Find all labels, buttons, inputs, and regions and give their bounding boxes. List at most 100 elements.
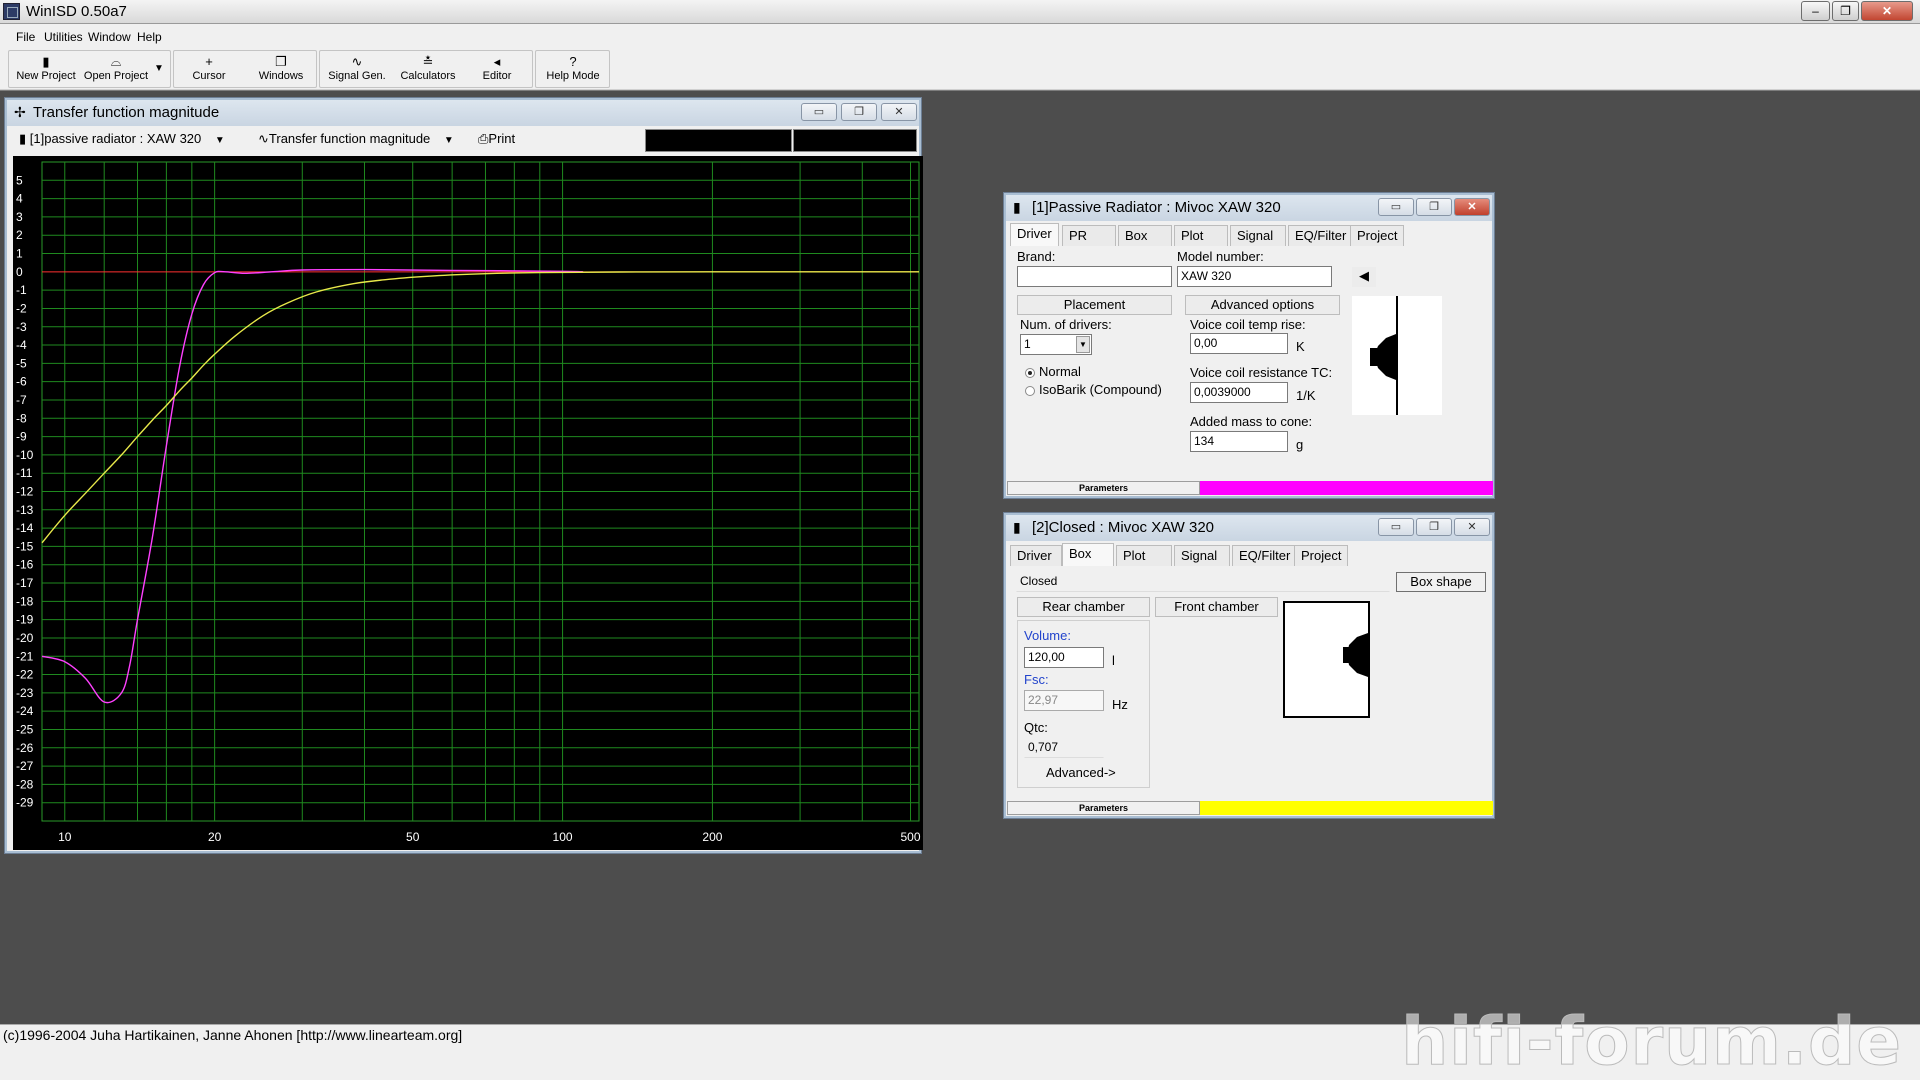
project-select[interactable]: ▮ [1]passive radiator : XAW 320 ▼ [19,131,225,147]
speaker-button[interactable]: ◀ [1351,266,1377,288]
y-tick-label: -17 [16,576,34,590]
tab-plot[interactable]: Plot [1174,225,1228,246]
open-project-button[interactable]: ⌓ Open Project [83,54,149,82]
menu-help[interactable]: Help [137,30,162,44]
graph-type-value: Transfer function magnitude [268,131,431,146]
menu-window[interactable]: Window [88,30,131,44]
pr-close-button[interactable]: ✕ [1454,198,1490,216]
volume-input[interactable]: 120,00 [1024,647,1104,668]
toolbar-group-help: ? Help Mode [535,50,610,88]
app-titlebar: WinISD 0.50a7 – ❐ ✕ [0,0,1920,24]
normal-label: Normal [1039,364,1081,379]
pr-minimize-button[interactable]: ▭ [1378,198,1414,216]
tab-pr[interactable]: PR [1062,225,1116,246]
graph-window-titlebar: ✢ Transfer function magnitude ▭ ❐ ✕ [7,100,919,126]
print-button[interactable]: ⎙Print [478,131,515,147]
close-button[interactable]: ✕ [1861,1,1913,21]
toolbar-group-tools: ∿ Signal Gen. ≛ Calculators ◂ Editor [319,50,533,88]
closed-tabs: Driver Box Plot Signal EQ/Filter Project [1010,543,1490,567]
speaker-icon: ◀ [1359,268,1369,283]
rear-chamber-tab[interactable]: Rear chamber [1017,597,1150,617]
y-tick-label: -15 [16,539,34,553]
minimize-button[interactable]: – [1801,1,1830,21]
toolbar-group-view: + Cursor ❐ Windows [173,50,317,88]
chevron-down-icon[interactable]: ▼ [1076,336,1090,353]
front-chamber-tab[interactable]: Front chamber [1155,597,1278,617]
cursor-readout-x [645,129,792,152]
graph-maximize-button[interactable]: ❐ [841,103,877,121]
cursor-button[interactable]: + Cursor [184,54,234,82]
copyright-text: (c)1996-2004 Juha Hartikainen, Janne Aho… [3,1027,463,1043]
tab-project[interactable]: Project [1350,225,1405,246]
signal-gen-button[interactable]: ∿ Signal Gen. [327,54,387,82]
advanced-link[interactable]: Advanced-> [1046,765,1116,780]
closed-minimize-button[interactable]: ▭ [1378,518,1414,536]
editor-button[interactable]: ◂ Editor [472,54,522,82]
windows-label: Windows [258,70,304,82]
windows-button[interactable]: ❐ Windows [252,54,310,82]
menu-utilities[interactable]: Utilities [44,30,83,44]
tab-driver[interactable]: Driver [1010,223,1059,246]
model-number-input[interactable]: XAW 320 [1177,266,1332,287]
graph-window-title: Transfer function magnitude [33,104,220,121]
pr-maximize-button[interactable]: ❐ [1416,198,1452,216]
brand-label: Brand: [1017,249,1056,264]
signal-gen-label: Signal Gen. [328,70,386,82]
added-mass-input[interactable]: 134 [1190,431,1288,452]
advanced-options-button[interactable]: Advanced options [1185,295,1340,315]
closed-parameters-strip: Parameters [1007,801,1493,815]
isobarik-radio[interactable] [1025,386,1035,396]
tab-box[interactable]: Box [1062,543,1114,566]
print-label: Print [488,131,516,146]
calculator-icon: ≛ [422,54,434,69]
cursor-icon: + [205,54,213,69]
volume-label: Volume: [1024,628,1071,643]
tab-signal[interactable]: Signal [1230,225,1286,246]
tab-project[interactable]: Project [1294,545,1349,566]
tab-eq-filter[interactable]: EQ/Filter [1288,225,1354,246]
closed-window: ▮ [2]Closed : Mivoc XAW 320 ▭ ❐ ✕ Driver… [1004,513,1494,818]
chevron-down-icon: ▼ [214,135,225,146]
vc-temp-input[interactable]: 0,00 [1190,333,1288,354]
tab-signal[interactable]: Signal [1174,545,1230,566]
num-drivers-select[interactable]: 1 ▼ [1020,334,1092,355]
graph-type-select[interactable]: ∿Transfer function magnitude ▼ [258,131,454,147]
calculators-button[interactable]: ≛ Calculators [397,54,459,82]
tab-box[interactable]: Box [1118,225,1172,246]
help-mode-button[interactable]: ? Help Mode [542,54,604,82]
y-tick-label: -29 [16,796,34,810]
normal-radio[interactable] [1025,368,1035,378]
plot-area[interactable]: 5 4 3 2 1 0 -1 -2 -3 -4 -5 -6 -7 -8 -9 -10 -11 -12 -13 -14-… [13,156,923,850]
new-project-button[interactable]: ▮ New Project [15,54,77,82]
box-shape-button[interactable]: Box shape [1396,572,1486,592]
driver-icon: ▮ [19,131,30,146]
open-project-dropdown-icon[interactable]: ▼ [154,63,164,74]
graph-minimize-button[interactable]: ▭ [801,103,837,121]
tab-eq-filter[interactable]: EQ/Filter [1232,545,1298,566]
closed-maximize-button[interactable]: ❐ [1416,518,1452,536]
closed-parameters-color-bar [1200,801,1493,815]
tab-plot[interactable]: Plot [1116,545,1172,566]
cursor-readout-y [793,129,917,152]
pr-parameters-strip: Parameters [1007,481,1493,495]
transfer-function-chart[interactable]: 543210-1-2-3-4-5-6-7-8-9-10-11-12-13-14-… [13,156,923,850]
placement-button[interactable]: Placement [1017,295,1172,315]
speaker-icon: ◂ [493,54,501,69]
fsc-input[interactable]: 22,97 [1024,690,1104,711]
tab-driver[interactable]: Driver [1010,545,1062,566]
graph-close-button[interactable]: ✕ [881,103,917,121]
calculators-label: Calculators [400,70,456,82]
menu-file[interactable]: File [16,30,35,44]
maximize-button[interactable]: ❐ [1832,1,1859,21]
folder-icon: ⌓ [110,54,122,69]
y-tick-label: -2 [16,301,27,315]
y-tick-label: -22 [16,668,34,682]
fsc-label: Fsc: [1024,672,1049,687]
y-tick-label: -1 [16,283,27,297]
closed-close-button[interactable]: ✕ [1454,518,1490,536]
cursor-label: Cursor [192,70,226,82]
brand-input[interactable] [1017,266,1172,287]
y-tick-label: -20 [16,631,34,645]
vc-resistance-input[interactable]: 0,0039000 [1190,382,1288,403]
y-tick-label: 3 [16,210,23,224]
